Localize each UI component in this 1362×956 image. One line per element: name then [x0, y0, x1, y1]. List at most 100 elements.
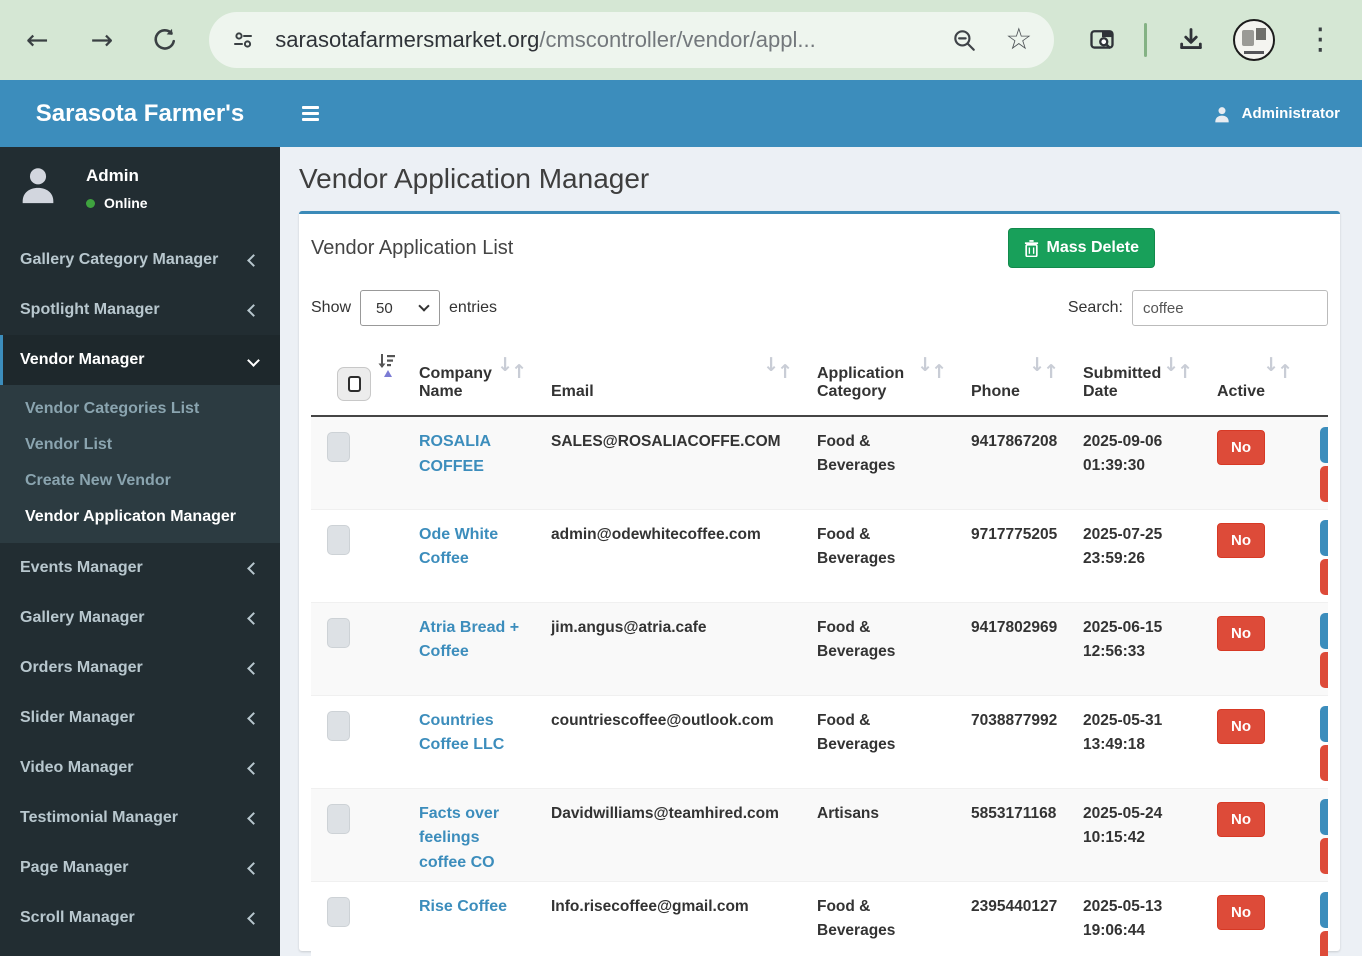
sidebar-item[interactable]: Video Manager	[0, 743, 280, 793]
active-cell: No	[1199, 881, 1299, 956]
actions-cell	[1299, 788, 1328, 881]
company-link[interactable]: Facts over feelings coffee CO	[419, 805, 499, 872]
active-cell: No	[1199, 416, 1299, 509]
chevron-left-icon	[247, 304, 260, 317]
delete-button-clipped[interactable]	[1320, 652, 1328, 688]
delete-button-clipped[interactable]	[1320, 745, 1328, 781]
page-length-select[interactable]: 50	[360, 290, 440, 326]
back-icon[interactable]: ←	[26, 27, 49, 54]
sidebar-item[interactable]: Spotlight Manager	[0, 285, 280, 335]
row-checkbox[interactable]	[327, 525, 350, 555]
category-cell: Food & Beverages	[799, 695, 953, 788]
profile-avatar[interactable]	[1233, 19, 1275, 61]
sidebar-item[interactable]: Scroll Manager	[0, 893, 280, 943]
sidebar-item-label: Slider Manager	[20, 709, 135, 727]
hamburger-icon[interactable]	[302, 103, 319, 124]
zoom-out-icon[interactable]	[951, 27, 977, 53]
company-link[interactable]: ROSALIA COFFEE	[419, 433, 490, 475]
toolbar-divider	[1144, 23, 1147, 57]
sidebar-subitem-label: Vendor List	[25, 436, 112, 453]
forward-icon[interactable]: →	[91, 27, 114, 54]
sidebar-item[interactable]: Gallery Category Manager	[0, 235, 280, 285]
sort-arrows-icon[interactable]: ↓↑	[1163, 354, 1191, 376]
kebab-menu-icon[interactable]: ⋮	[1305, 25, 1335, 55]
view-button-clipped[interactable]	[1320, 520, 1328, 556]
row-checkbox[interactable]	[327, 618, 350, 648]
checkbox-cell	[311, 881, 401, 956]
address-bar[interactable]: sarasotafarmersmarket.org/cmscontroller/…	[209, 12, 1054, 68]
tab-search-icon[interactable]	[1088, 26, 1116, 54]
sidebar-subitem[interactable]: Vendor List	[0, 427, 280, 463]
navbar-user[interactable]: Administrator	[1212, 104, 1340, 124]
table-row: ROSALIA COFFEESALES@ROSALIACOFFE.COMFood…	[311, 416, 1328, 509]
active-toggle-button[interactable]: No	[1217, 430, 1265, 465]
phone-cell: 2395440127	[953, 881, 1065, 956]
table-row: Rise CoffeeInfo.risecoffee@gmail.comFood…	[311, 881, 1328, 956]
select-all-checkbox[interactable]	[337, 367, 371, 401]
search-label: Search:	[1068, 299, 1123, 317]
view-button-clipped[interactable]	[1320, 892, 1328, 928]
active-toggle-button[interactable]: No	[1217, 709, 1265, 744]
user-avatar-icon	[15, 161, 61, 207]
table-controls: Show 50 entries Search:	[299, 272, 1340, 342]
row-checkbox[interactable]	[327, 432, 350, 462]
sidebar-item[interactable]: Vendor Manager	[0, 335, 280, 385]
sort-arrows-icon[interactable]: ↓↑	[917, 354, 945, 376]
mass-delete-button[interactable]: Mass Delete	[1008, 228, 1156, 268]
panel-header: Vendor Application List Mass Delete	[299, 214, 1340, 272]
delete-button-clipped[interactable]	[1320, 931, 1328, 956]
delete-button-clipped[interactable]	[1320, 838, 1328, 874]
column-header-category[interactable]: Application Category↓↑	[799, 342, 953, 416]
column-header-submitted[interactable]: Submitted Date↓↑	[1065, 342, 1199, 416]
company-link[interactable]: Ode White Coffee	[419, 526, 498, 568]
chevron-left-icon	[247, 812, 260, 825]
sidebar-subitem[interactable]: Vendor Applicaton Manager	[0, 499, 280, 535]
sidebar-item[interactable]: Page Manager	[0, 843, 280, 893]
row-checkbox[interactable]	[327, 711, 350, 741]
sidebar-item[interactable]: Testimonial Manager	[0, 793, 280, 843]
sidebar-subitem-label: Create New Vendor	[25, 472, 171, 489]
sort-arrows-icon[interactable]: ↓↑	[1029, 354, 1057, 376]
active-toggle-button[interactable]: No	[1217, 523, 1265, 558]
column-header-company[interactable]: Company Name↓↑	[401, 342, 533, 416]
view-button-clipped[interactable]	[1320, 613, 1328, 649]
sidebar-subitem[interactable]: Vendor Categories List	[0, 391, 280, 427]
brand-logo[interactable]: Sarasota Farmer's	[0, 80, 280, 147]
sidebar-item[interactable]: Slider Manager	[0, 693, 280, 743]
sidebar-item[interactable]: Orders Manager	[0, 643, 280, 693]
sort-arrows-icon[interactable]: ↓↑	[1263, 354, 1291, 376]
company-link[interactable]: Countries Coffee LLC	[419, 712, 504, 754]
chevron-left-icon	[247, 762, 260, 775]
download-icon[interactable]	[1177, 26, 1205, 54]
column-header-email[interactable]: Email↓↑	[533, 342, 799, 416]
category-cell: Food & Beverages	[799, 881, 953, 956]
site-controls-icon[interactable]	[231, 28, 255, 52]
active-toggle-button[interactable]: No	[1217, 895, 1265, 930]
sidebar-item[interactable]: Events Manager	[0, 543, 280, 593]
sidebar-item[interactable]: Gallery Manager	[0, 593, 280, 643]
reload-icon[interactable]	[151, 26, 179, 54]
view-button-clipped[interactable]	[1320, 799, 1328, 835]
row-checkbox[interactable]	[327, 804, 350, 834]
active-toggle-button[interactable]: No	[1217, 802, 1265, 837]
column-header-phone[interactable]: Phone↓↑	[953, 342, 1065, 416]
view-button-clipped[interactable]	[1320, 427, 1328, 463]
delete-button-clipped[interactable]	[1320, 466, 1328, 502]
sidebar-subitem[interactable]: Create New Vendor	[0, 463, 280, 499]
sort-arrows-icon[interactable]: ↓↑	[497, 354, 525, 376]
mass-delete-label: Mass Delete	[1047, 239, 1140, 257]
bookmark-star-icon[interactable]: ☆	[1005, 25, 1032, 55]
admin-user-icon	[1212, 104, 1232, 124]
company-link[interactable]: Rise Coffee	[419, 898, 507, 915]
company-link[interactable]: Atria Bread + Coffee	[419, 619, 519, 661]
active-toggle-button[interactable]: No	[1217, 616, 1265, 651]
actions-cell	[1299, 881, 1328, 956]
active-sort-icon[interactable]	[377, 352, 397, 383]
delete-button-clipped[interactable]	[1320, 559, 1328, 595]
row-checkbox[interactable]	[327, 897, 350, 927]
sort-arrows-icon[interactable]: ↓↑	[763, 354, 791, 376]
view-button-clipped[interactable]	[1320, 706, 1328, 742]
select-all-header[interactable]	[311, 342, 401, 416]
column-header-active[interactable]: Active↓↑	[1199, 342, 1299, 416]
search-input[interactable]	[1132, 290, 1328, 326]
